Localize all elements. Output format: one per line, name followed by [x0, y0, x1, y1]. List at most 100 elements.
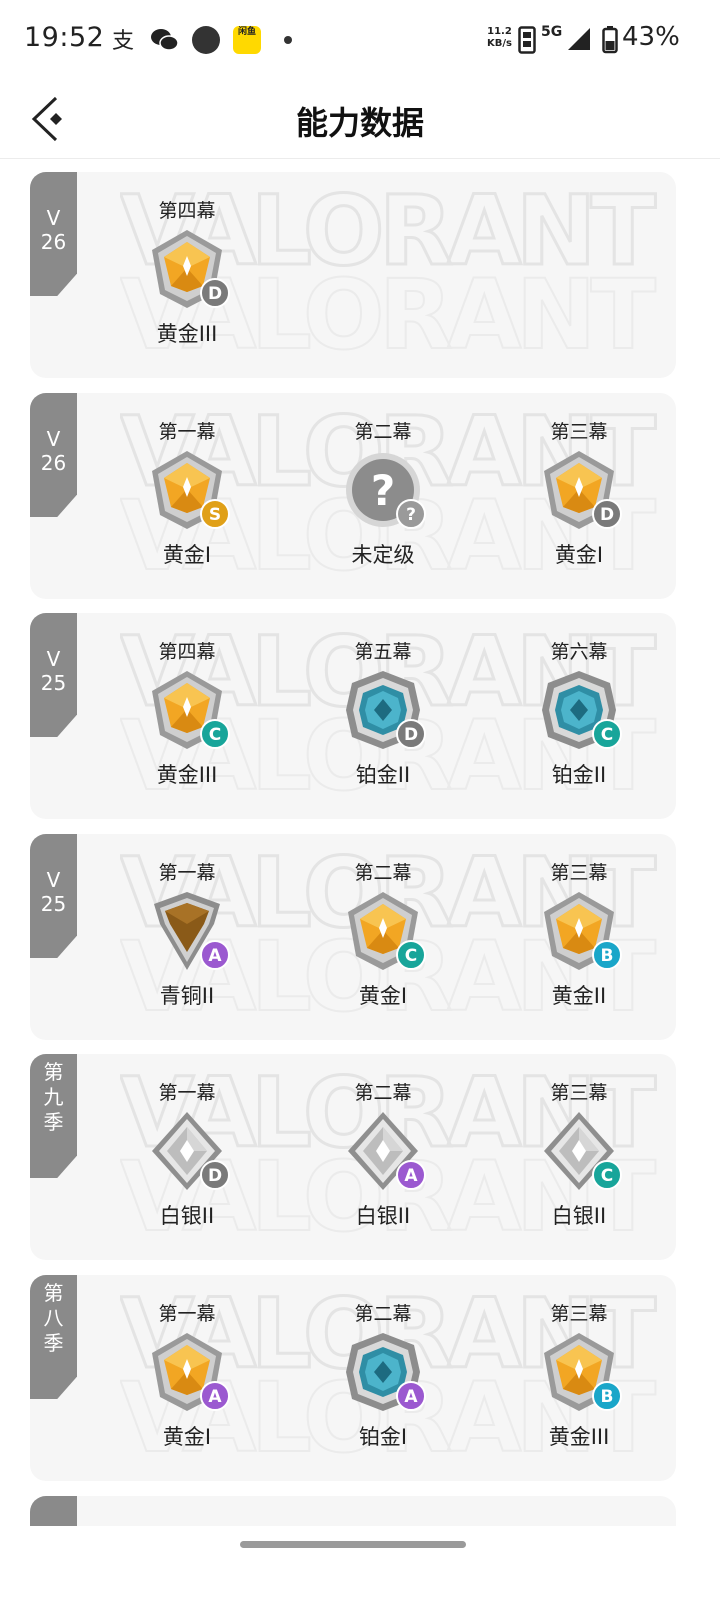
act-rank-item[interactable]: 第四幕 D 黄金III	[102, 196, 272, 348]
act-label: 第三幕	[550, 1082, 608, 1104]
act-rank-item[interactable]: 第六幕 C 铂金II	[494, 637, 664, 789]
sim-icon	[518, 26, 536, 54]
season-tag-label: V 25	[40, 868, 67, 916]
act-label: 第二幕	[354, 862, 412, 884]
grade-badge: A	[396, 1160, 426, 1190]
rank-name: 未定级	[351, 543, 415, 567]
xianyu-icon-label: 闲鱼	[237, 27, 256, 37]
act-rank-item[interactable]: 第三幕 B 黄金III	[494, 1299, 664, 1451]
act-rank-item[interactable]: 第三幕 D 黄金I	[494, 417, 664, 569]
grade-badge: B	[592, 1381, 622, 1411]
next-season-card-partial	[30, 1496, 676, 1526]
rank-name: 白银II	[159, 1204, 215, 1228]
status-time: 19:52	[24, 22, 105, 53]
signal-icon	[568, 28, 590, 50]
platinum-rank-icon: A	[344, 1331, 426, 1413]
rank-name: 白银II	[551, 1204, 607, 1228]
gold-rank-icon: S	[148, 449, 230, 531]
gold-rank-icon: D	[148, 228, 230, 310]
grade-badge: D	[592, 499, 622, 529]
act-rank-item[interactable]: 第二幕?? 未定级	[298, 417, 468, 569]
gesture-bar[interactable]	[240, 1541, 466, 1548]
act-label: 第六幕	[550, 641, 608, 663]
network-type: 5G	[541, 24, 563, 40]
season-card[interactable]: VALORANT VALORANT 第八季第一幕 A 黄金I 第二幕 A 铂金I 第三幕 B 黄金I…	[30, 1275, 676, 1481]
gold-rank-icon: A	[148, 1331, 230, 1413]
season-tag: 第八季	[30, 1275, 77, 1399]
silver-rank-icon: D	[148, 1110, 230, 1192]
alipay-icon: 支	[112, 29, 134, 54]
silver-rank-icon: C	[540, 1110, 622, 1192]
rank-name: 黄金I	[162, 1425, 212, 1449]
act-rank-item[interactable]: 第三幕 B 黄金II	[494, 858, 664, 1010]
wechat-icon	[151, 29, 179, 51]
act-rank-item[interactable]: 第四幕 C 黄金III	[102, 637, 272, 789]
season-tag-label: 第八季	[43, 1281, 64, 1355]
grade-badge: S	[200, 499, 230, 529]
act-rank-item[interactable]: 第一幕 D 白银II	[102, 1078, 272, 1230]
svg-text:支: 支	[112, 29, 134, 54]
rank-name: 铂金II	[355, 763, 411, 787]
rank-name: 黄金I	[162, 543, 212, 567]
rank-name: 白银II	[355, 1204, 411, 1228]
grade-badge: ?	[396, 499, 426, 529]
season-card[interactable]: VALORANT VALORANT V 25 第一幕 A 青铜II 第二幕 C 黄金I 第三幕 B 黄金…	[30, 834, 676, 1040]
rank-name: 铂金I	[358, 1425, 408, 1449]
silver-rank-icon: A	[344, 1110, 426, 1192]
rank-name: 黄金I	[554, 543, 604, 567]
act-rank-item[interactable]: 第五幕 D 铂金II	[298, 637, 468, 789]
grade-badge: C	[200, 719, 230, 749]
act-label: 第一幕	[158, 421, 216, 443]
grade-badge: D	[200, 1160, 230, 1190]
app-header: 能力数据	[0, 80, 720, 159]
grade-badge: C	[592, 719, 622, 749]
page-title: 能力数据	[295, 104, 424, 142]
act-rank-item[interactable]: 第一幕 A 黄金I	[102, 1299, 272, 1451]
status-bar: 19:52 支 闲鱼 11.2 KB/s 5G 43%	[0, 0, 720, 80]
rank-name: 黄金I	[358, 984, 408, 1008]
rank-name: 黄金II	[551, 984, 607, 1008]
svg-text:?: ?	[371, 466, 395, 515]
season-tag: V 25	[30, 613, 77, 737]
act-label: 第三幕	[550, 421, 608, 443]
season-tag: 第九季	[30, 1054, 77, 1178]
act-rank-item[interactable]: 第二幕 C 黄金I	[298, 858, 468, 1010]
act-rank-item[interactable]: 第一幕 S 黄金I	[102, 417, 272, 569]
act-rank-item[interactable]: 第一幕 A 青铜II	[102, 858, 272, 1010]
season-tag	[30, 1496, 77, 1526]
season-card[interactable]: VALORANT VALORANT V 26 第一幕 S 黄金I 第二幕?? 未定级 第三幕 D 黄金…	[30, 393, 676, 599]
notification-dot-icon	[284, 36, 292, 44]
act-label: 第五幕	[354, 641, 412, 663]
rank-name: 铂金II	[551, 763, 607, 787]
app-circle-icon	[192, 26, 220, 54]
rank-name: 青铜II	[159, 984, 215, 1008]
act-label: 第二幕	[354, 1082, 412, 1104]
season-tag-label: V 26	[40, 206, 67, 254]
grade-badge: A	[200, 940, 230, 970]
rank-name: 黄金III	[156, 763, 218, 787]
grade-badge: A	[396, 1381, 426, 1411]
battery-level: 43%	[622, 22, 680, 52]
season-tag-label: V 26	[40, 427, 67, 475]
season-card[interactable]: VALORANT VALORANT V 26 第四幕 D 黄金III	[30, 172, 676, 378]
season-card[interactable]: VALORANT VALORANT V 25 第四幕 C 黄金III 第五幕 D 铂金II 第六幕 C…	[30, 613, 676, 819]
grade-badge: C	[592, 1160, 622, 1190]
bronze-rank-icon: A	[148, 890, 230, 972]
gold-rank-icon: B	[540, 1331, 622, 1413]
season-tag-label: V 25	[40, 647, 67, 695]
grade-badge: B	[592, 940, 622, 970]
act-rank-item[interactable]: 第二幕 A 白银II	[298, 1078, 468, 1230]
act-label: 第三幕	[550, 862, 608, 884]
rank-name: 黄金III	[156, 322, 218, 346]
act-rank-item[interactable]: 第二幕 A 铂金I	[298, 1299, 468, 1451]
act-rank-item[interactable]: 第三幕 C 白银II	[494, 1078, 664, 1230]
platinum-rank-icon: D	[344, 669, 426, 751]
season-tag: V 26	[30, 172, 77, 296]
act-label: 第二幕	[354, 1303, 412, 1325]
platinum-rank-icon: C	[540, 669, 622, 751]
net-speed-value: 11.2	[487, 26, 512, 37]
battery-icon	[602, 26, 618, 54]
season-card[interactable]: VALORANT VALORANT 第九季第一幕 D 白银II 第二幕 A 白银II 第三幕 C 白…	[30, 1054, 676, 1260]
grade-badge: A	[200, 1381, 230, 1411]
grade-badge: D	[396, 719, 426, 749]
